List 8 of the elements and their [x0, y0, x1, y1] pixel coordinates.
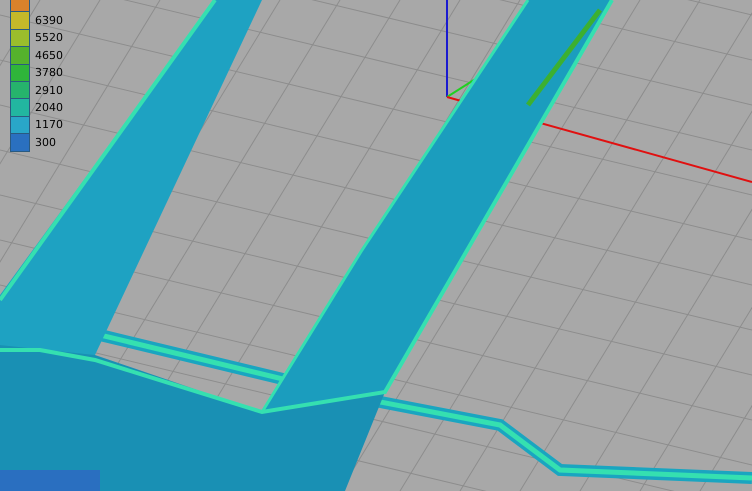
legend-label: 300 — [35, 136, 56, 149]
legend-label: 3780 — [35, 67, 63, 80]
legend-label: 5520 — [35, 32, 63, 44]
legend-label: 4650 — [35, 50, 63, 62]
legend-label: 2040 — [35, 102, 63, 114]
legend-label: 2910 — [35, 84, 63, 97]
legend-label: 1170 — [35, 119, 63, 132]
legend-label: 6390 — [35, 15, 63, 28]
